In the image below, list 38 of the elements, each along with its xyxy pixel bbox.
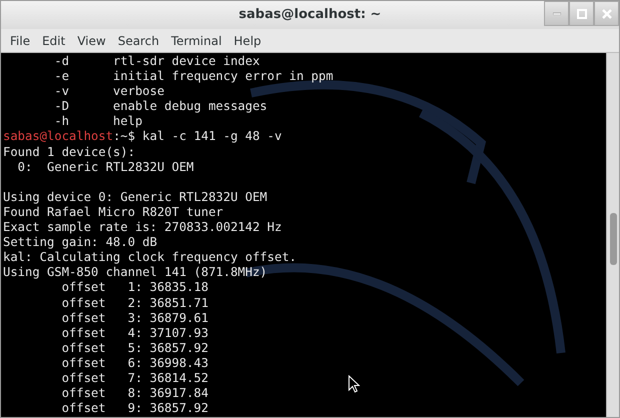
close-icon bbox=[602, 8, 612, 18]
maximize-icon bbox=[576, 8, 586, 18]
output-line: offset 1: 36835.18 bbox=[60, 280, 208, 296]
output-line: Using device 0: Generic RTL2832U OEM bbox=[3, 190, 268, 205]
output-line: offset 4: 37107.93 bbox=[60, 326, 208, 341]
menu-item[interactable]: Search bbox=[112, 32, 166, 50]
output-line: offset 9: 36857.92 bbox=[60, 401, 208, 416]
output-line: Using GSM-850 channel 141 (871.8MHz) bbox=[3, 265, 268, 280]
menu-item[interactable]: View bbox=[71, 32, 112, 50]
window-title: sabas@localhost: ~ bbox=[238, 6, 382, 24]
output-line: kal: Calculating clock frequency offset. bbox=[3, 250, 296, 266]
output-line: -D enable debug messages bbox=[53, 99, 268, 114]
output-line: Setting gain: 48.0 dB bbox=[3, 235, 158, 250]
close-button[interactable] bbox=[594, 1, 619, 26]
menu-item[interactable]: Help bbox=[228, 32, 268, 50]
output-line: -e initial frequency error in ppm bbox=[53, 69, 334, 84]
minimize-icon bbox=[552, 12, 560, 15]
output-line: offset 7: 36814.52 bbox=[60, 370, 208, 386]
output-line: offset 2: 36851.71 bbox=[60, 296, 208, 311]
output-line: Found Rafael Micro R820T tuner bbox=[3, 204, 224, 220]
output-line: -d rtl-sdr device index bbox=[53, 54, 260, 70]
command-line: sabas@localhost:~$ kal -c 141 -g 48 -v bbox=[3, 129, 282, 145]
output-line: offset 6: 36998.43 bbox=[60, 356, 208, 371]
output-line: offset 5: 36857.92 bbox=[60, 340, 208, 356]
menu-item[interactable]: Edit bbox=[36, 32, 72, 50]
output-line: -v verbose bbox=[53, 84, 164, 100]
output-line: offset 3: 36879.61 bbox=[60, 310, 208, 326]
minimize-button[interactable] bbox=[544, 1, 569, 26]
output-line: 0: Generic RTL2832U OEM bbox=[16, 160, 194, 175]
menu-item[interactable]: Terminal bbox=[165, 32, 228, 50]
scrollbar[interactable] bbox=[606, 53, 619, 417]
output-line: Found 1 device(s): bbox=[3, 144, 136, 160]
output-line: -h help bbox=[53, 114, 142, 130]
output-line: offset 8: 36917.84 bbox=[60, 386, 208, 402]
menu-item[interactable]: File bbox=[4, 32, 36, 50]
maximize-button[interactable] bbox=[569, 1, 594, 26]
output-line: Exact sample rate is: 270833.002142 Hz bbox=[3, 220, 282, 236]
mouse-pointer-icon bbox=[348, 374, 360, 393]
